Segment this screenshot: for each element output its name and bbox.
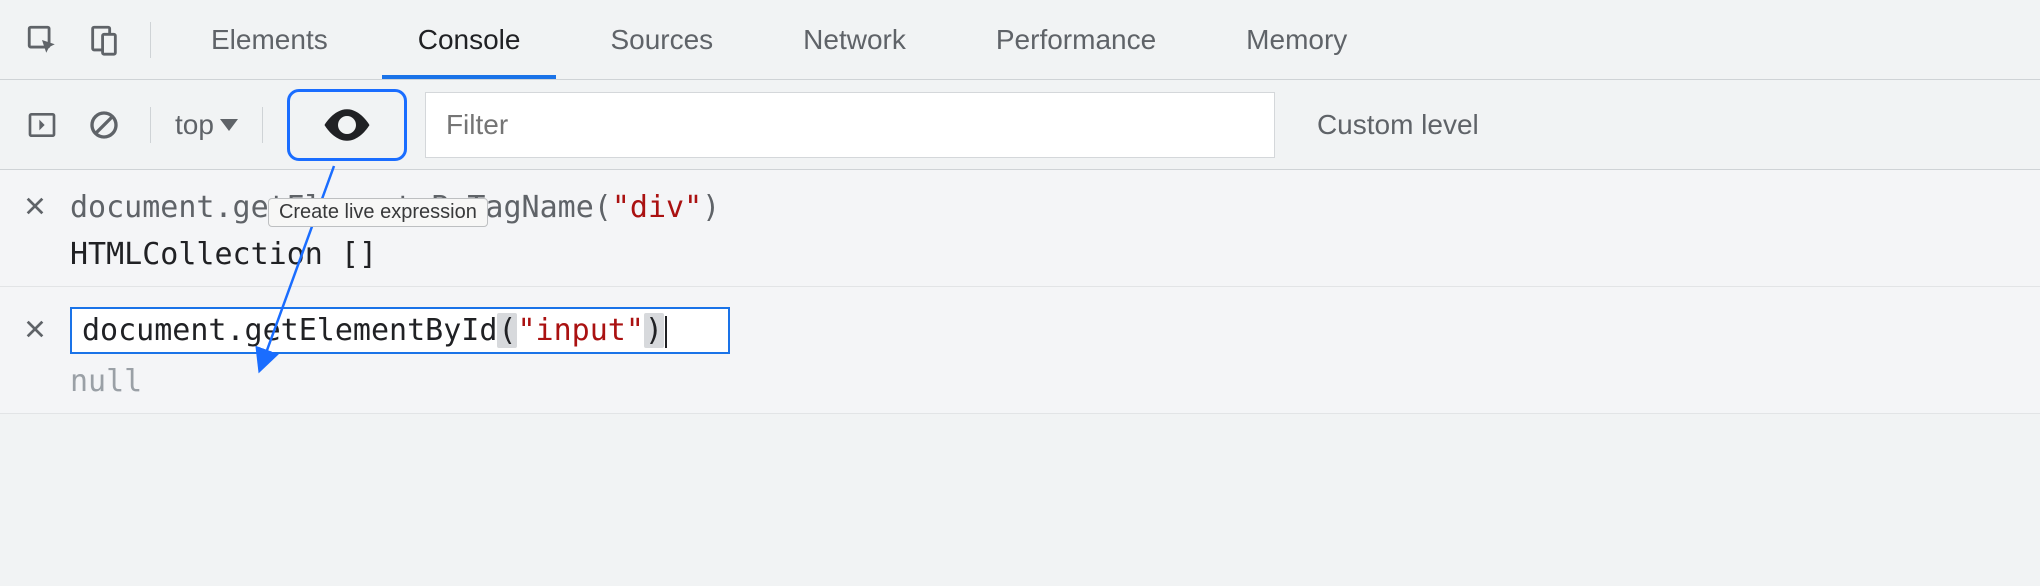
tab-console[interactable]: Console (382, 0, 557, 79)
divider (262, 107, 263, 143)
remove-expression-icon[interactable] (20, 313, 50, 348)
expression-result: HTMLCollection [] (70, 237, 2020, 272)
clear-console-icon[interactable] (82, 103, 126, 147)
device-toggle-icon[interactable] (82, 18, 126, 62)
live-expression-button[interactable]: Create live expression (287, 89, 407, 161)
tab-network[interactable]: Network (767, 0, 942, 79)
context-selector[interactable]: top (175, 109, 238, 141)
log-levels-dropdown[interactable]: Custom level (1317, 109, 1479, 141)
tab-elements[interactable]: Elements (175, 0, 364, 79)
devtools-tabs: Elements Console Sources Network Perform… (0, 0, 2040, 80)
live-expression-2: document.getElementById("input") null (0, 287, 2040, 414)
text-caret (665, 316, 667, 348)
inspect-element-icon[interactable] (20, 18, 64, 62)
divider (150, 107, 151, 143)
remove-expression-icon[interactable] (20, 190, 50, 225)
sidebar-toggle-icon[interactable] (20, 103, 64, 147)
divider (150, 22, 151, 58)
console-toolbar: top Create live expression Custom level (0, 80, 2040, 170)
live-expression-1: document.getElementsByTagName("div") HTM… (0, 170, 2040, 287)
tooltip: Create live expression (268, 198, 488, 227)
tab-performance[interactable]: Performance (960, 0, 1192, 79)
expression-result: null (70, 364, 2020, 399)
tab-sources[interactable]: Sources (574, 0, 749, 79)
chevron-down-icon (220, 119, 238, 131)
tab-memory[interactable]: Memory (1210, 0, 1383, 79)
context-label: top (175, 109, 214, 141)
expression-input[interactable]: document.getElementById("input") (70, 307, 730, 354)
filter-input[interactable] (425, 92, 1275, 158)
